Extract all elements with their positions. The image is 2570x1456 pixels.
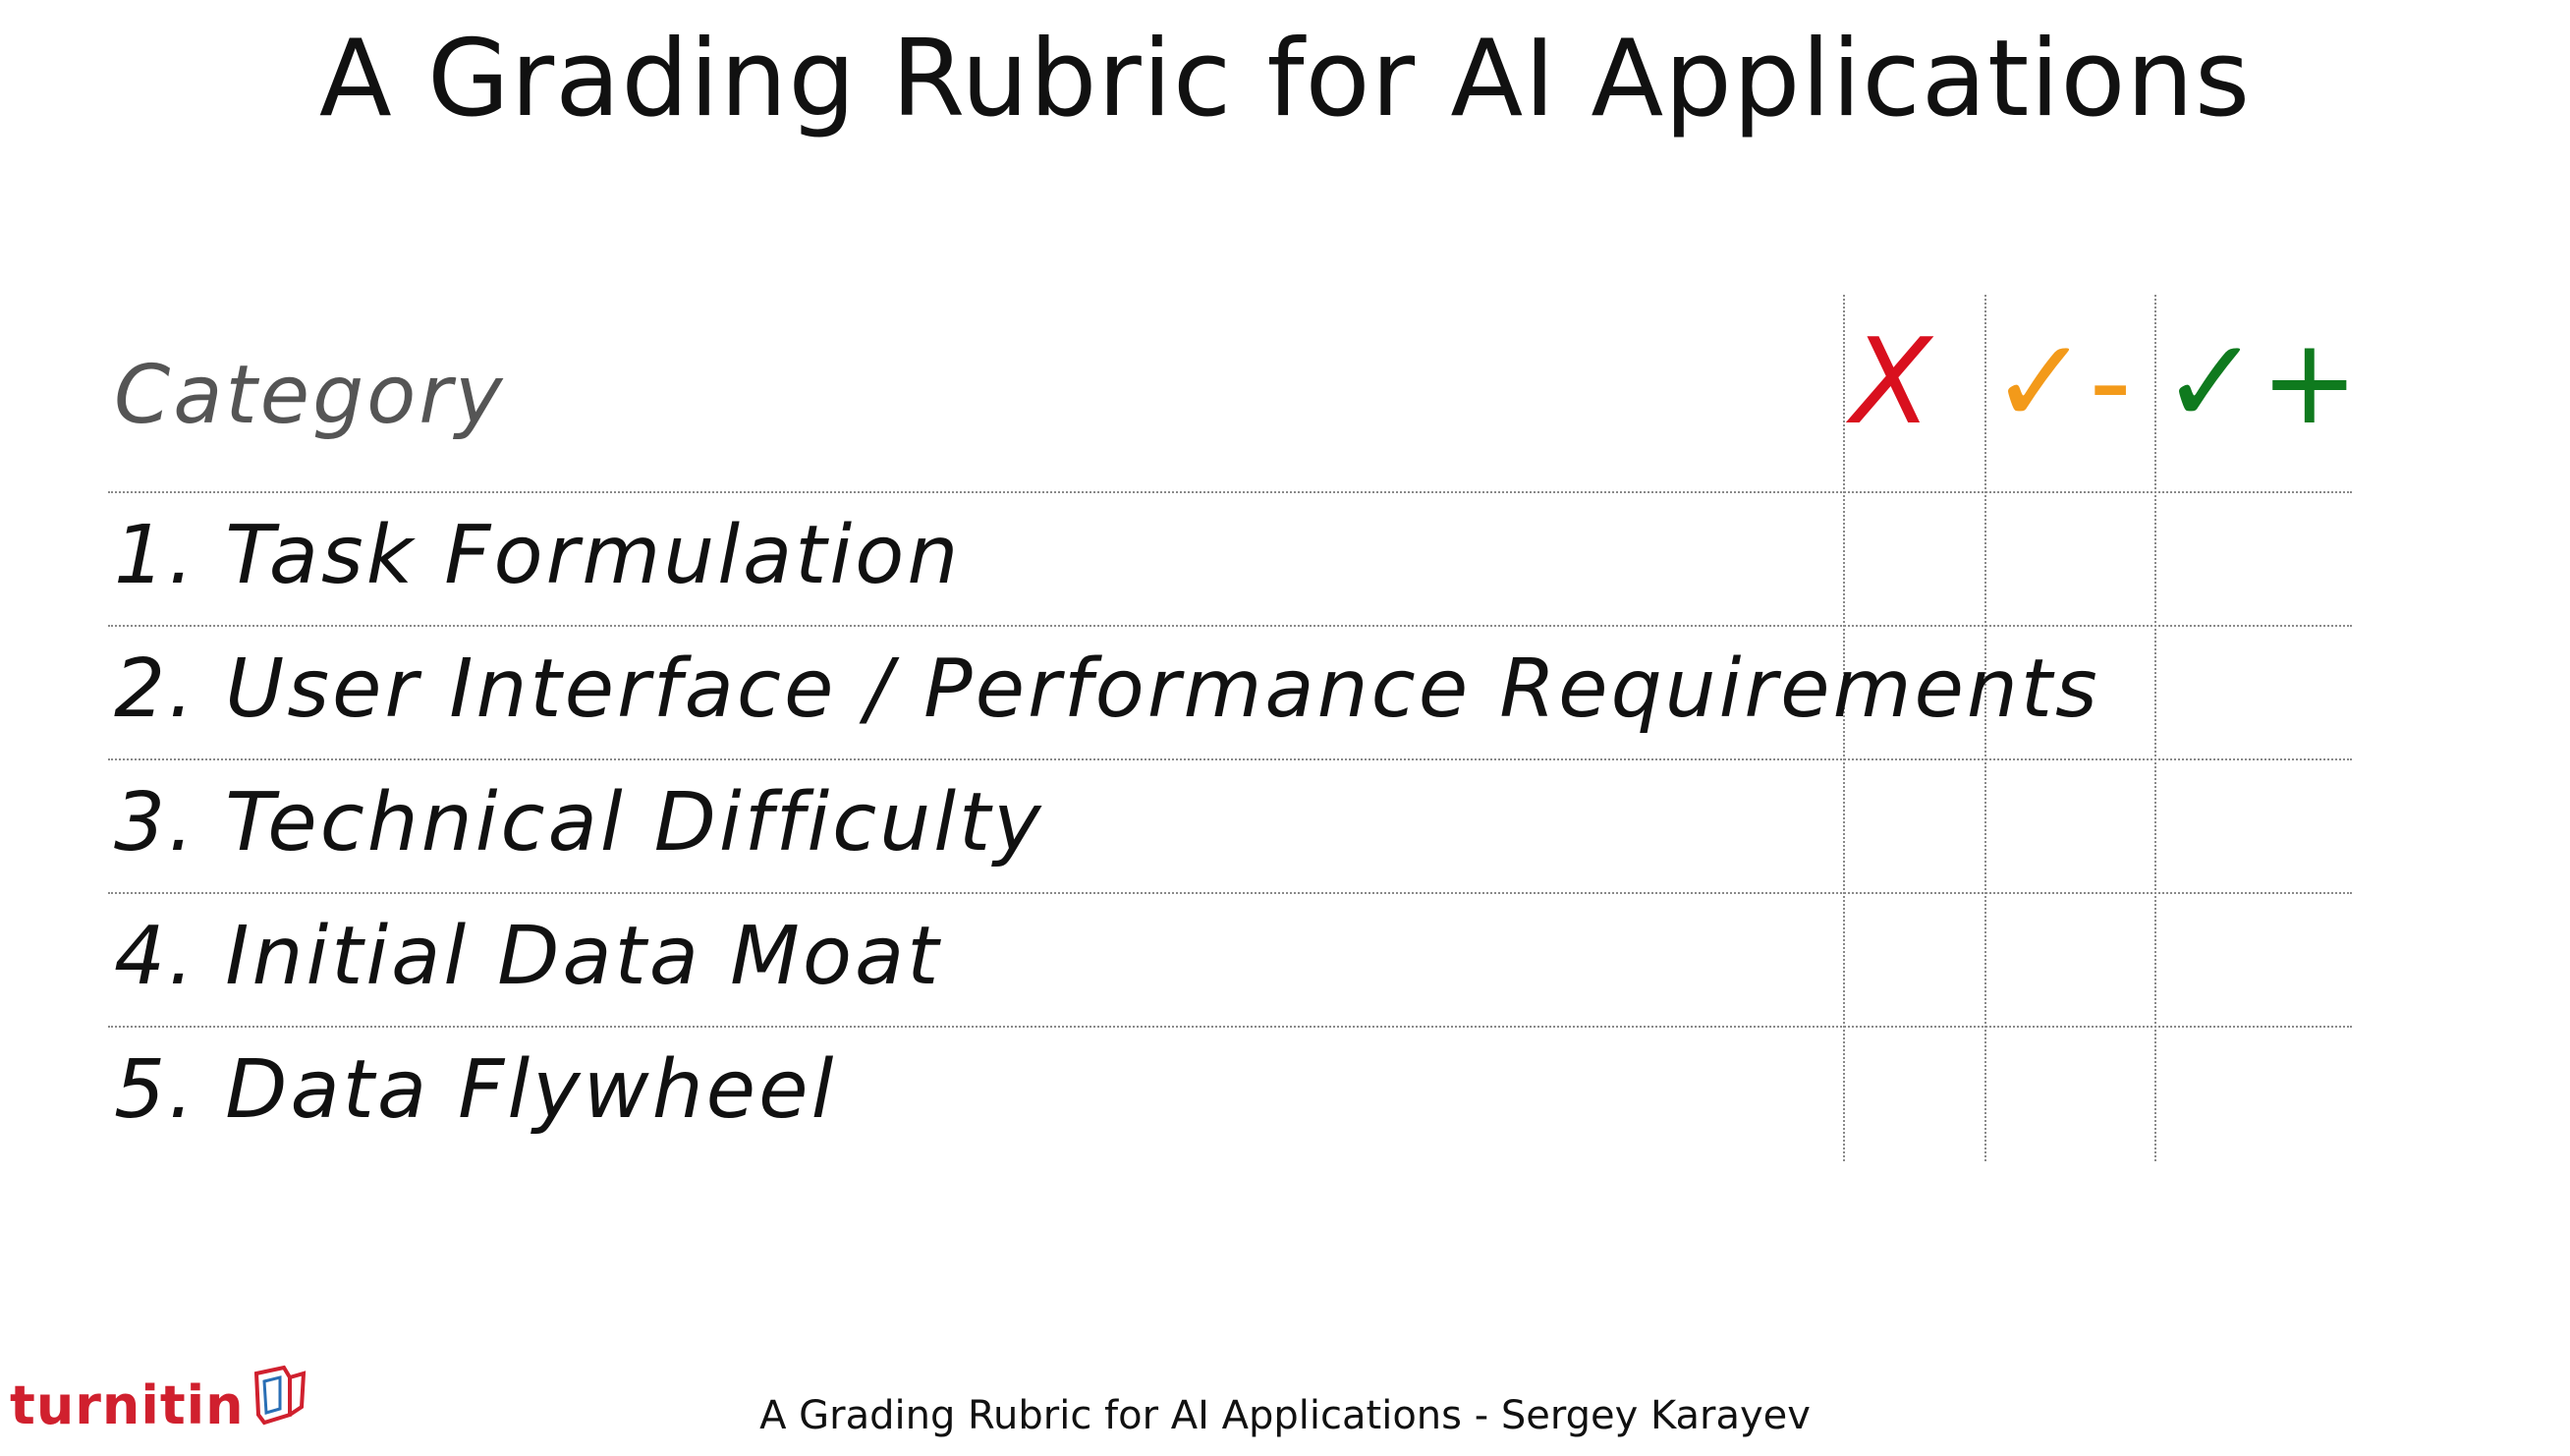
rubric-table: Category X ✓- ✓+ 1. Task Formulation 2. … — [0, 0, 2570, 1456]
row-divider — [108, 625, 2352, 627]
slide-footer: A Grading Rubric for AI Applications - S… — [759, 1393, 1811, 1438]
logo-text: turnitin — [10, 1374, 245, 1436]
turnitin-logo-icon — [251, 1364, 309, 1432]
grade-check-minus-mark: ✓- — [1990, 314, 2132, 451]
category-row-task-formulation: 1. Task Formulation — [114, 509, 962, 602]
row-divider — [108, 1026, 2352, 1028]
row-divider — [108, 892, 2352, 894]
category-row-data-flywheel: 5. Data Flywheel — [114, 1043, 837, 1137]
turnitin-logo: turnitin — [10, 1364, 309, 1436]
row-divider — [108, 758, 2352, 760]
column-divider — [2154, 295, 2156, 1161]
category-row-user-interface: 2. User Interface / Performance Requirem… — [114, 643, 2100, 736]
category-header: Category — [114, 349, 506, 442]
category-row-technical-difficulty: 3. Technical Difficulty — [114, 776, 1044, 869]
grade-check-plus-mark: ✓+ — [2161, 314, 2360, 451]
row-divider — [108, 491, 2352, 493]
grade-fail-mark: X — [1851, 314, 1932, 451]
category-row-initial-data-moat: 4. Initial Data Moat — [114, 910, 942, 1003]
